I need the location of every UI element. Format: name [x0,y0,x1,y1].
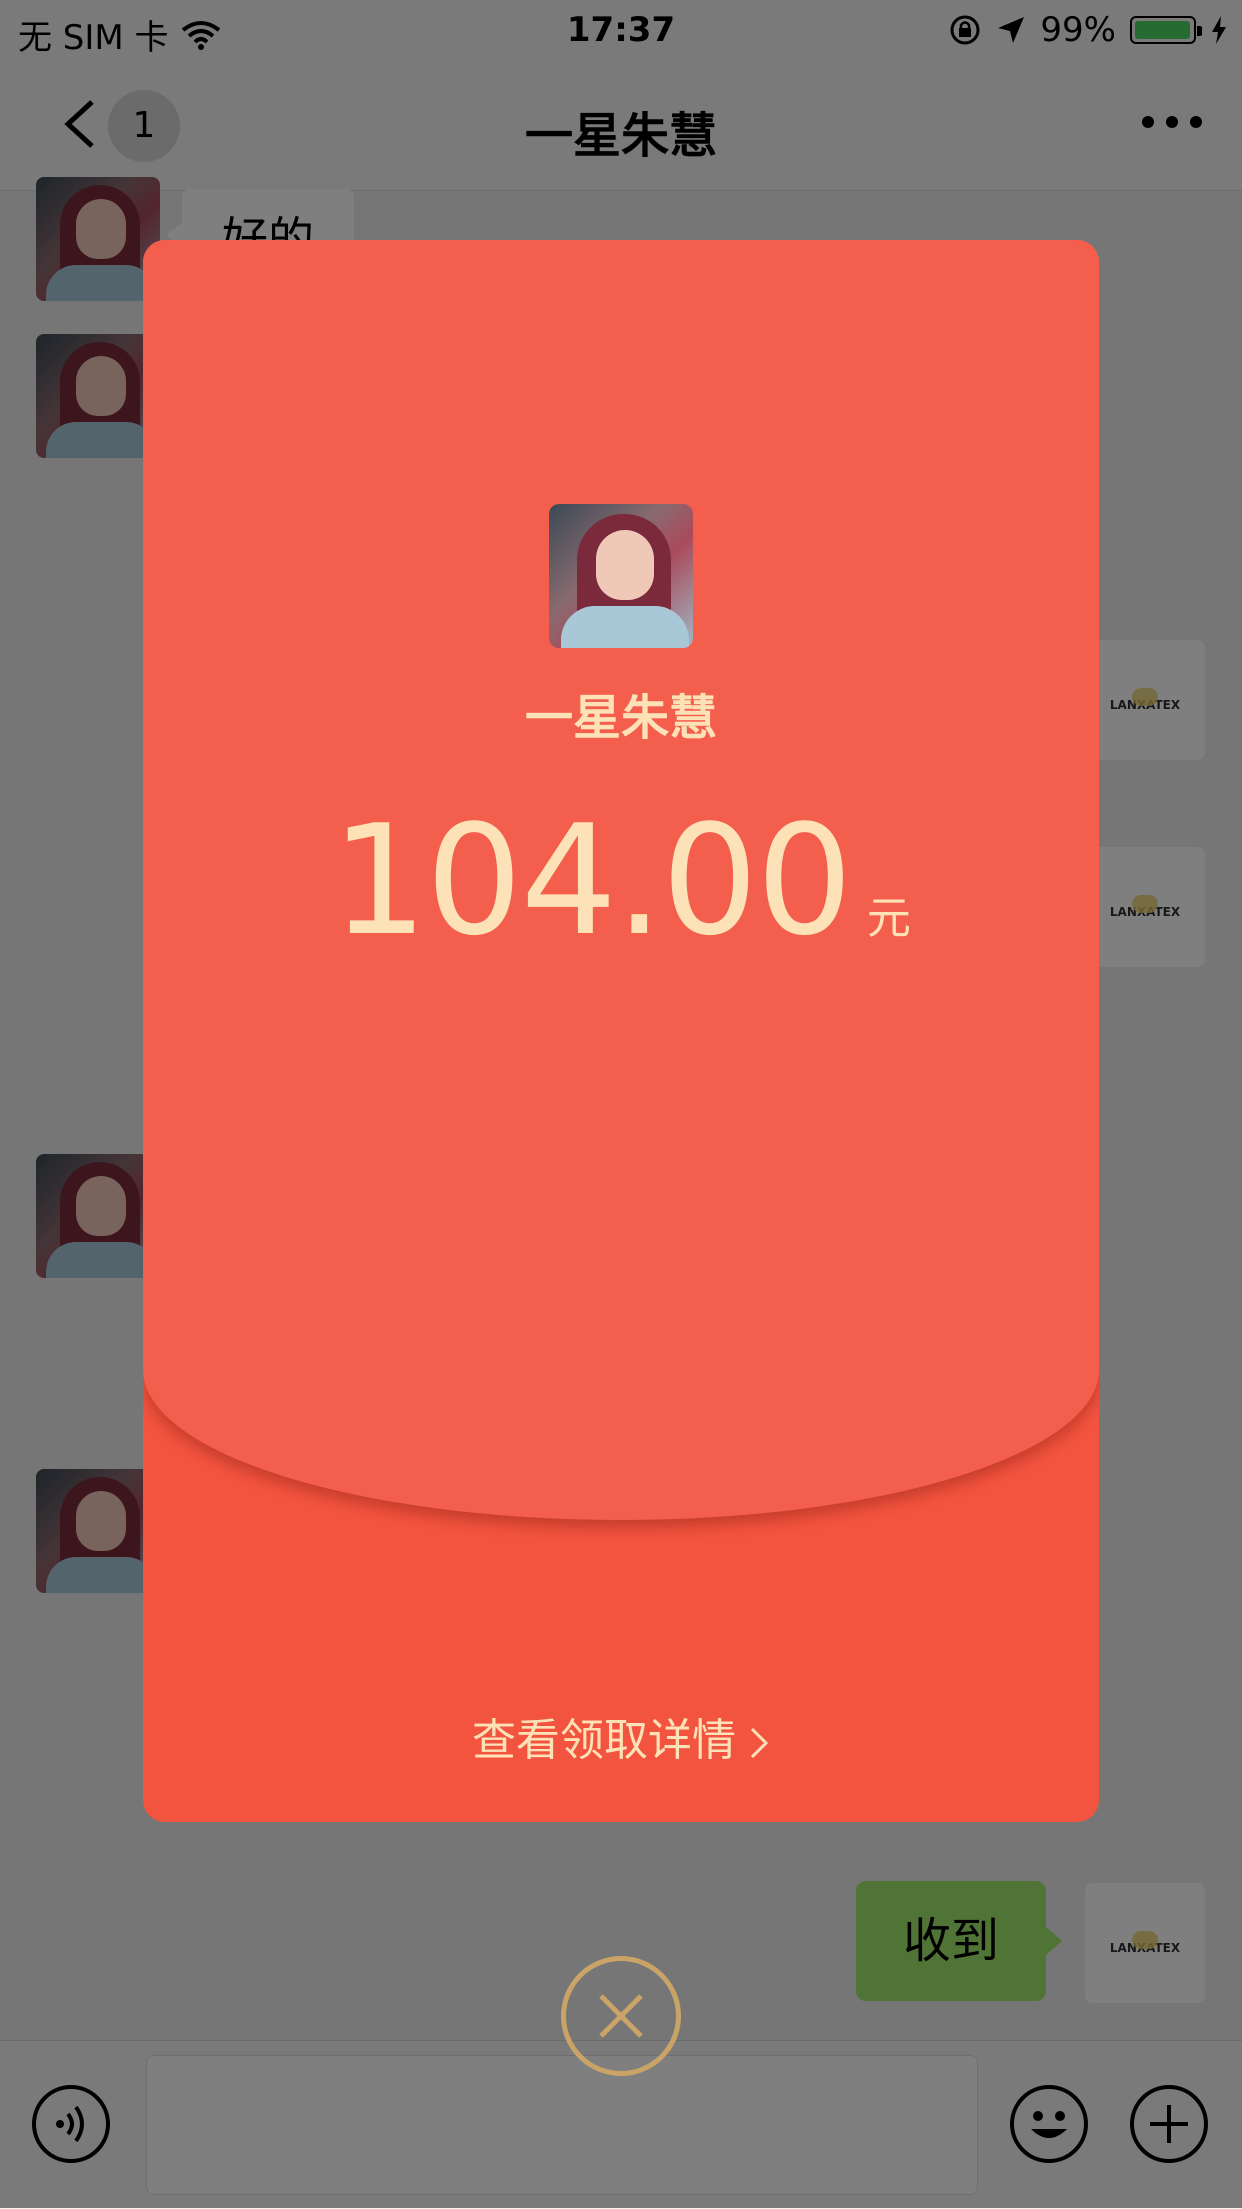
red-packet-card: 一星朱慧 104.00 元 查看领取详情 [143,240,1099,1822]
sender-name: 一星朱慧 [524,690,717,746]
packet-amount: 104.00 [331,792,853,969]
sender-avatar [549,504,693,648]
chevron-right-icon [750,1727,769,1759]
view-details-link[interactable]: 查看领取详情 [143,1704,1099,1768]
currency-label: 元 [866,893,911,944]
amount-row: 104.00 元 [143,792,1099,969]
close-icon[interactable] [561,1956,681,2076]
view-details-label: 查看领取详情 [472,1715,736,1766]
